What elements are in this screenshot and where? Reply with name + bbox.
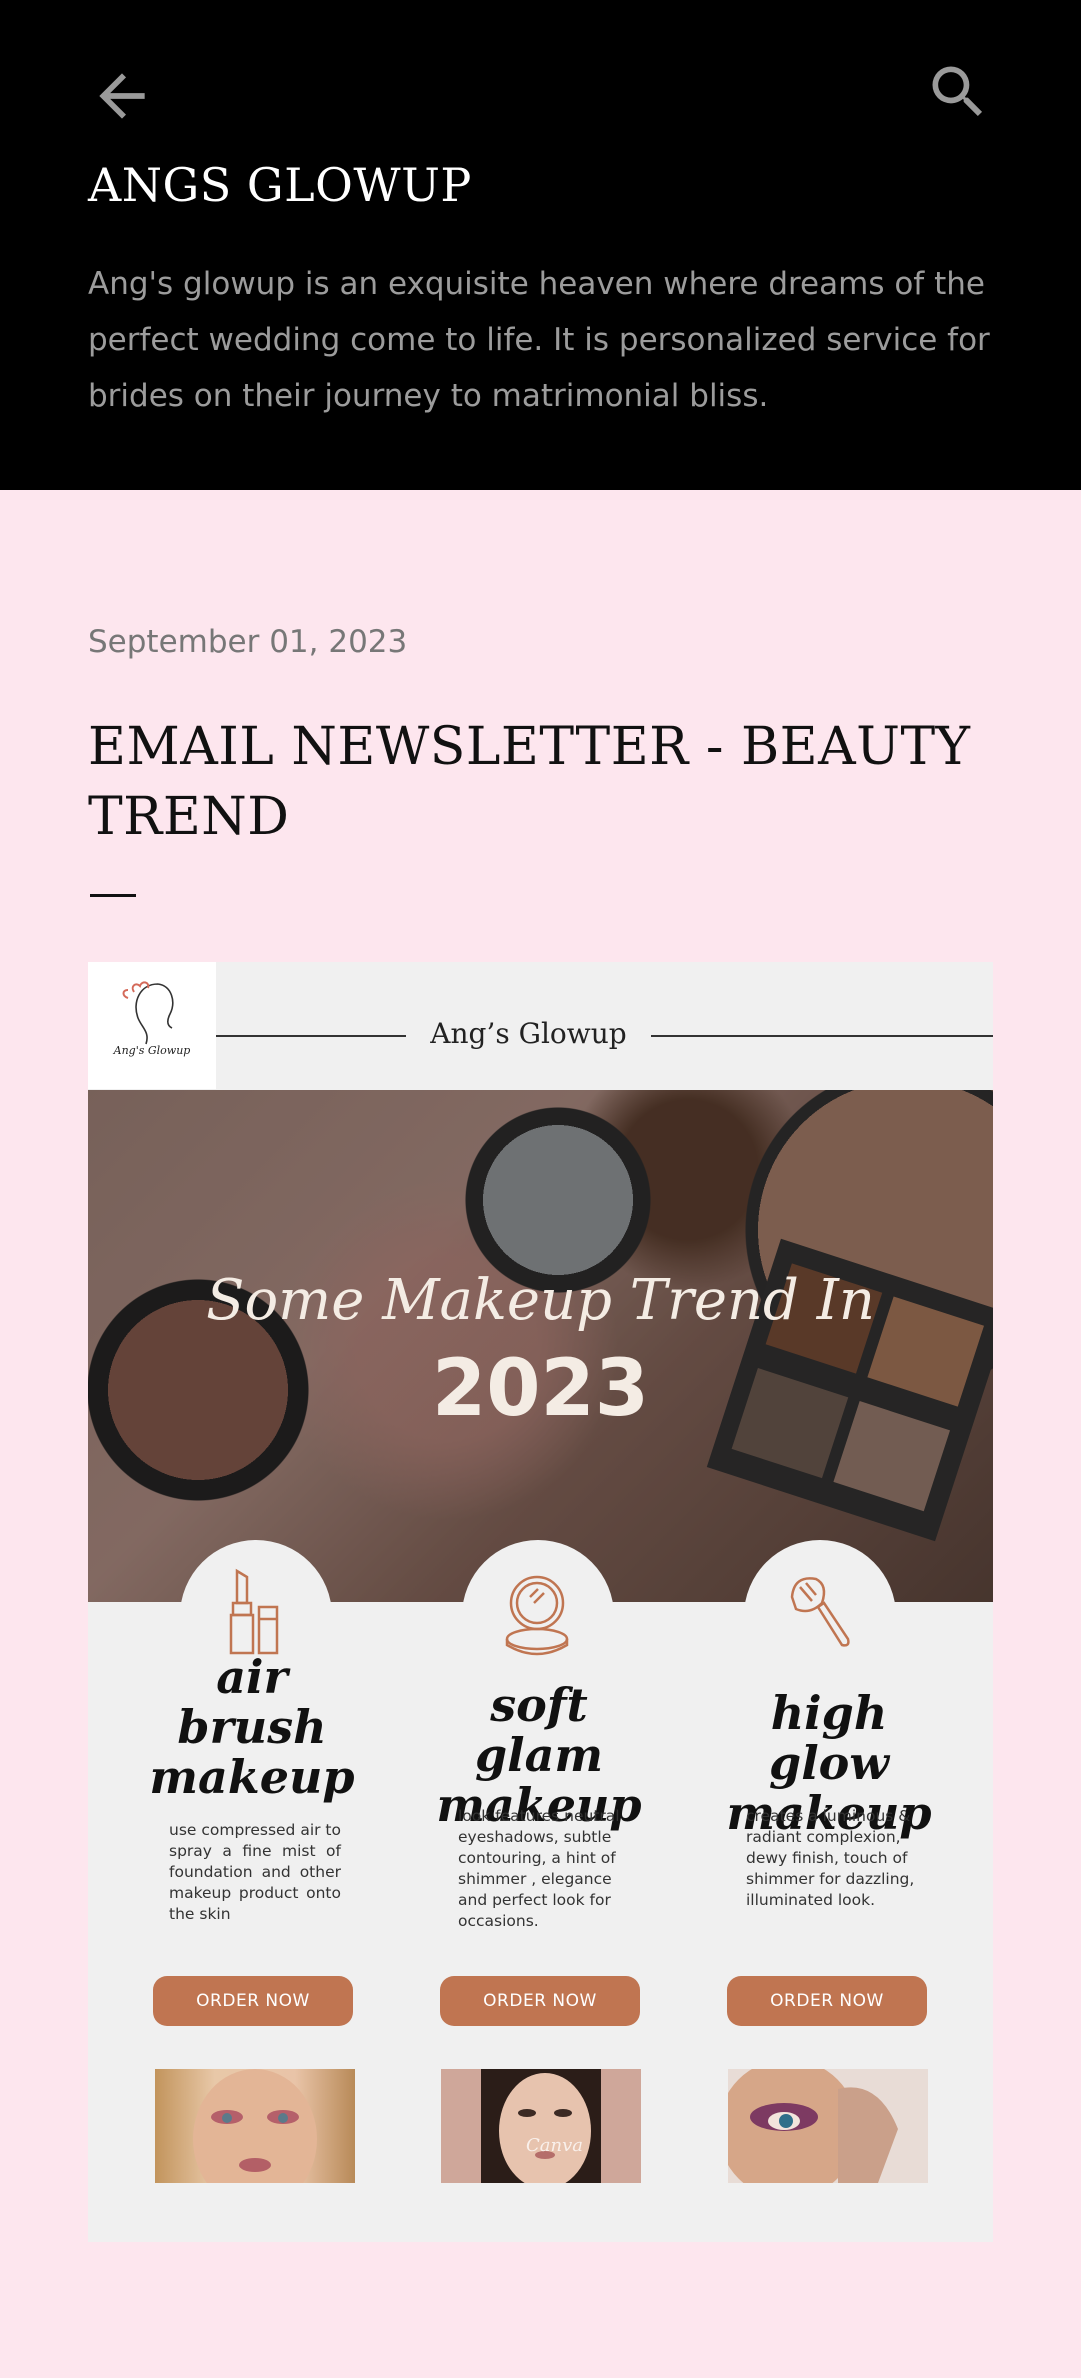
makeup-brush-icon (790, 1577, 850, 1647)
hero-banner: Some Makeup Trend In 2023 (88, 1090, 993, 1602)
blog-description: Ang's glowup is an exquisite heaven wher… (88, 266, 990, 414)
service-title-airbrush: air brush makeup (149, 1650, 355, 1804)
title-divider (90, 894, 136, 897)
order-now-button-airbrush[interactable]: ORDER NOW (153, 1976, 353, 2026)
search-button[interactable] (924, 58, 992, 126)
model-photo-1 (155, 2069, 355, 2183)
service-desc-airbrush: use compressed air to spray a fine mist … (169, 1821, 341, 1923)
post-title: EMAIL NEWSLETTER - BEAUTY TREND (88, 717, 971, 847)
post-date[interactable]: September 01, 2023 (88, 624, 407, 660)
newsletter-image[interactable]: Ang's Glowup Ang’s Glowup Some Makeup Tr… (88, 962, 993, 2242)
blog-header: ANGS GLOWUP Ang's glowup is an exquisite… (0, 0, 1081, 490)
order-now-button-soft-glam[interactable]: ORDER NOW (440, 1976, 640, 2026)
face-logo-icon: Ang's Glowup (113, 981, 191, 1057)
model-photo-3 (728, 2069, 928, 2183)
order-now-button-high-glow[interactable]: ORDER NOW (727, 1976, 927, 2026)
model-photo-2: Canva (441, 2069, 641, 2183)
watermark-text: Canva (526, 2135, 583, 2156)
brand-rule-left (216, 1035, 406, 1037)
service-desc-soft-glam: look features neutral eyeshadows, subtle… (458, 1807, 620, 1930)
brand-rule-right (651, 1035, 993, 1037)
blog-title[interactable]: ANGS GLOWUP (88, 158, 472, 212)
arrow-back-icon (99, 73, 145, 119)
search-icon (932, 66, 983, 117)
hero-headline: Some Makeup Trend In (206, 1268, 875, 1333)
face-image: Canva (481, 2069, 601, 2183)
service-desc-high-glow: creates a luminous & radiant complexion,… (746, 1807, 915, 1909)
hero-year: 2023 (431, 1344, 650, 1434)
face-image (728, 2069, 898, 2183)
compact-mirror-icon (505, 1575, 569, 1656)
brand-logo: Ang's Glowup (88, 962, 216, 1089)
lipstick-icon (229, 1568, 279, 1655)
face-image (193, 2069, 317, 2183)
logo-text: Ang's Glowup (113, 1044, 191, 1057)
back-button[interactable] (88, 62, 156, 130)
newsletter-brand: Ang’s Glowup (430, 1017, 627, 1050)
